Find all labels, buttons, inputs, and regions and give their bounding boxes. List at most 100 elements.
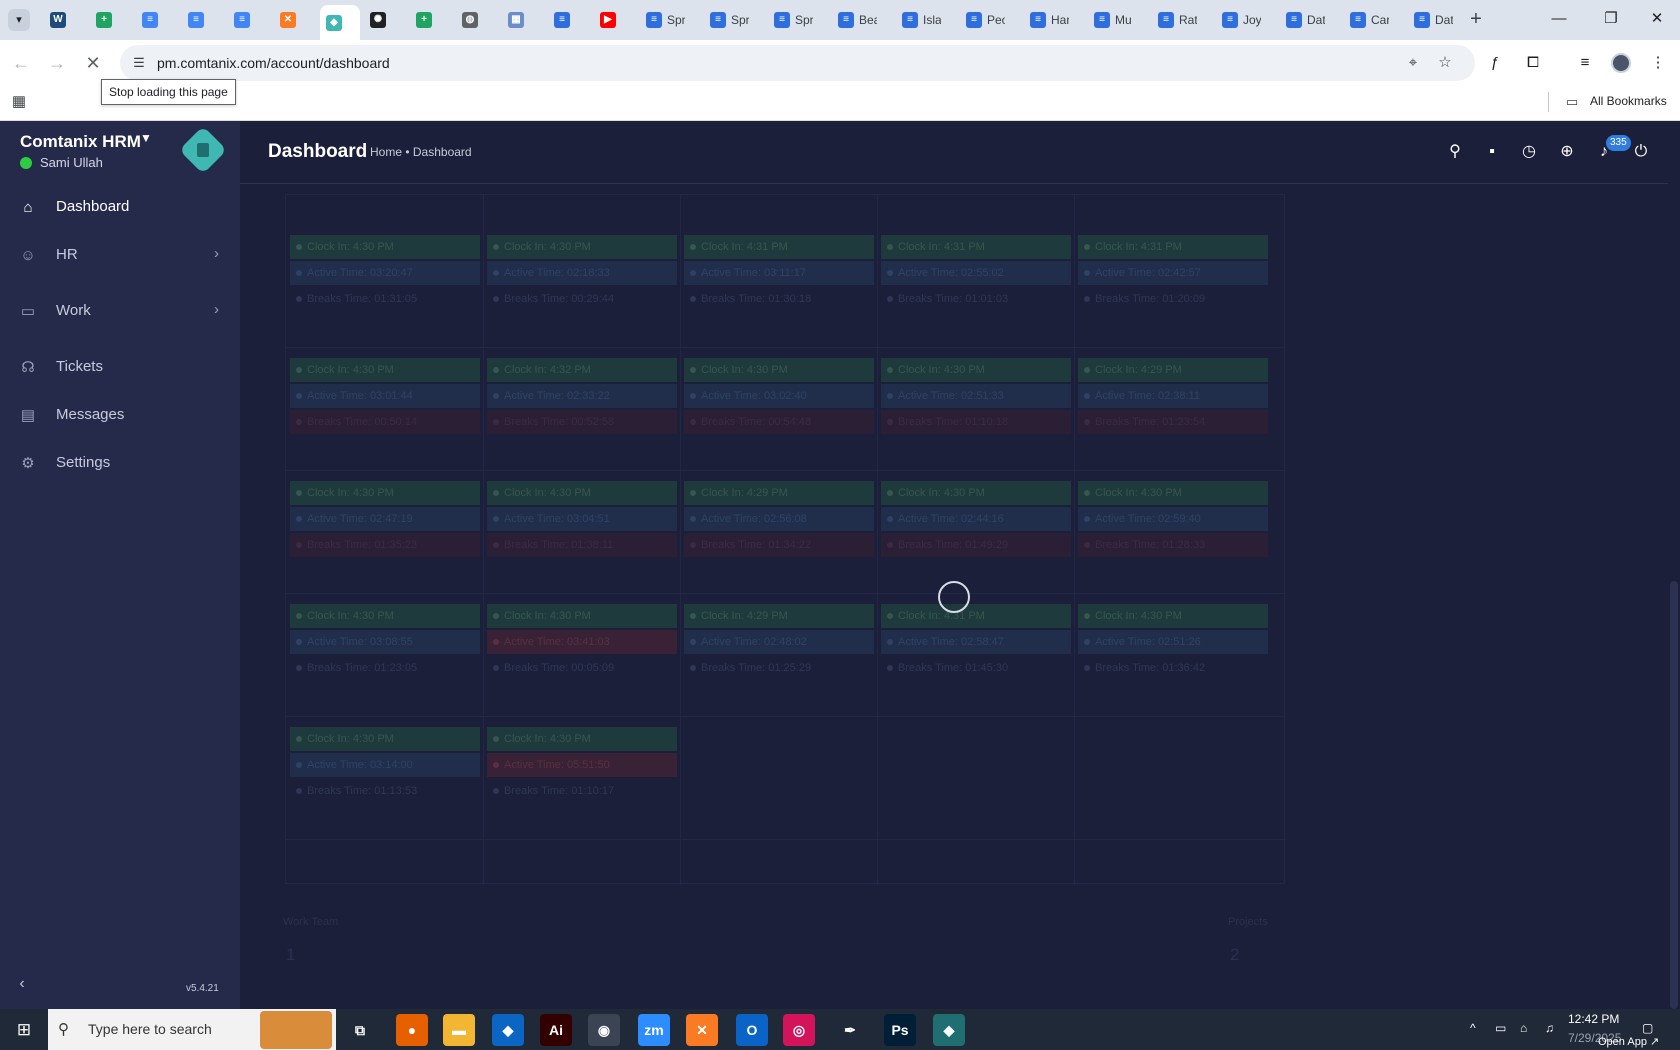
browser-tab[interactable]: ≡ Mu: [1088, 8, 1148, 32]
breaks-time-entry[interactable]: Breaks Time: 01:01:03: [881, 287, 1071, 311]
active-time-entry[interactable]: Active Time: 02:56:08: [684, 507, 874, 531]
browser-tab[interactable]: ≡ Rat: [1152, 8, 1212, 32]
calendar-day-cell[interactable]: Clock In: 4:30 PM Active Time: 03:02:40 Br…: [684, 358, 874, 436]
calendar-day-cell[interactable]: Clock In: 4:30 PM Active Time: 02:18:33 Br…: [487, 235, 677, 313]
breaks-time-entry[interactable]: Breaks Time: 00:50:14: [290, 410, 480, 434]
vscode-icon[interactable]: ◆: [492, 1014, 524, 1046]
browser-tab[interactable]: ▦: [502, 8, 544, 32]
browser-tab[interactable]: ◆: [320, 5, 360, 40]
clock-in-entry[interactable]: Clock In: 4:29 PM: [1078, 358, 1268, 382]
browser-tab[interactable]: ≡ Car: [1344, 8, 1404, 32]
active-time-entry[interactable]: Active Time: 02:38:11: [1078, 384, 1268, 408]
brand-name[interactable]: Comtanix HRM: [20, 132, 141, 152]
calendar-day-cell[interactable]: Clock In: 4:30 PM Active Time: 03:01:44 Br…: [290, 358, 480, 436]
calendar-day-cell[interactable]: Clock In: 4:30 PM Active Time: 03:20:47 Br…: [290, 235, 480, 313]
address-bar[interactable]: ☰ pm.comtanix.com/account/dashboard ⌖ ☆: [120, 45, 1475, 81]
browser-tab[interactable]: ◍: [456, 8, 498, 32]
tray-volume-icon[interactable]: ♫: [1545, 1021, 1554, 1035]
breaks-time-entry[interactable]: Breaks Time: 00:05:09: [487, 656, 677, 680]
profile-avatar[interactable]: [1611, 53, 1631, 73]
folder-icon[interactable]: ▭: [1566, 93, 1584, 111]
calendar-day-cell[interactable]: Clock In: 4:30 PM Active Time: 03:04:51 Br…: [487, 481, 677, 559]
browser-tab[interactable]: ≡ Spr: [640, 8, 700, 32]
all-bookmarks-link[interactable]: All Bookmarks: [1590, 94, 1667, 108]
notification-center-icon[interactable]: ▢: [1642, 1021, 1653, 1035]
clock-in-entry[interactable]: Clock In: 4:30 PM: [487, 235, 677, 259]
clock-in-entry[interactable]: Clock In: 4:30 PM: [290, 727, 480, 751]
clock-in-entry[interactable]: Clock In: 4:30 PM: [290, 358, 480, 382]
active-time-entry[interactable]: Active Time: 02:51:33: [881, 384, 1071, 408]
clock-in-entry[interactable]: Clock In: 4:30 PM: [290, 604, 480, 628]
new-tab-button[interactable]: +: [1465, 8, 1487, 30]
active-time-entry[interactable]: Active Time: 02:33:22: [487, 384, 677, 408]
file-explorer-icon[interactable]: ▬: [443, 1014, 475, 1046]
sidebar-item-hr[interactable]: ☺ HR ›: [0, 235, 240, 275]
breaks-time-entry[interactable]: Breaks Time: 01:20:09: [1078, 287, 1268, 311]
clock-in-entry[interactable]: Clock In: 4:30 PM: [290, 235, 480, 259]
clock-in-entry[interactable]: Clock In: 4:30 PM: [881, 481, 1071, 505]
power-icon[interactable]: ⏻: [1630, 141, 1652, 163]
breaks-time-entry[interactable]: Breaks Time: 01:49:29: [881, 533, 1071, 557]
browser-tab[interactable]: ≡: [228, 8, 270, 32]
browser-tab[interactable]: +: [90, 8, 132, 32]
breaks-time-entry[interactable]: Breaks Time: 01:23:54: [1078, 410, 1268, 434]
breaks-time-entry[interactable]: Breaks Time: 00:54:48: [684, 410, 874, 434]
breaks-time-entry[interactable]: Breaks Time: 01:28:33: [1078, 533, 1268, 557]
clock-in-entry[interactable]: Clock In: 4:31 PM: [684, 235, 874, 259]
calendar-day-cell[interactable]: Clock In: 4:32 PM Active Time: 02:33:22 Br…: [487, 358, 677, 436]
browser-tab[interactable]: +: [410, 8, 452, 32]
calendar-day-cell[interactable]: Clock In: 4:30 PM Active Time: 02:47:19 Br…: [290, 481, 480, 559]
breaks-time-entry[interactable]: Breaks Time: 01:25:29: [684, 656, 874, 680]
active-time-entry[interactable]: Active Time: 03:14:00: [290, 753, 480, 777]
sidebar-item-messages[interactable]: ▤ Messages: [0, 395, 240, 435]
browser-tab[interactable]: W: [44, 8, 86, 32]
taskbar-search-box[interactable]: ⚲ Type here to search: [48, 1009, 336, 1050]
browser-tab[interactable]: ≡ Dat: [1408, 8, 1468, 32]
close-window-icon[interactable]: ✕: [1644, 8, 1670, 30]
firefox-icon[interactable]: ●: [396, 1014, 428, 1046]
breaks-time-entry[interactable]: Breaks Time: 01:34:22: [684, 533, 874, 557]
clock-in-entry[interactable]: Clock In: 4:31 PM: [881, 604, 1071, 628]
calendar-day-cell[interactable]: Clock In: 4:30 PM Active Time: 02:44:16 Br…: [881, 481, 1071, 559]
clock-icon[interactable]: ◷: [1518, 141, 1540, 163]
calendar-day-cell[interactable]: Clock In: 4:30 PM Active Time: 02:51:33 Br…: [881, 358, 1071, 436]
breaks-time-entry[interactable]: Breaks Time: 01:36:42: [1078, 656, 1268, 680]
clock-in-entry[interactable]: Clock In: 4:30 PM: [487, 481, 677, 505]
browser-tab[interactable]: ≡ Dat: [1280, 8, 1340, 32]
tray-chevron-up-icon[interactable]: ^: [1470, 1021, 1476, 1035]
collapse-sidebar-icon[interactable]: ‹: [12, 974, 32, 994]
calendar-day-cell[interactable]: Clock In: 4:31 PM Active Time: 03:11:17 Br…: [684, 235, 874, 313]
browser-tab[interactable]: ≡ Bea: [832, 8, 892, 32]
active-time-entry[interactable]: Active Time: 02:18:33: [487, 261, 677, 285]
breaks-time-entry[interactable]: Breaks Time: 01:23:05: [290, 656, 480, 680]
browser-tab[interactable]: ≡ Joy: [1216, 8, 1276, 32]
breaks-time-entry[interactable]: Breaks Time: 01:30:18: [684, 287, 874, 311]
browser-tab[interactable]: ≡: [548, 8, 590, 32]
forward-arrow-icon[interactable]: →: [44, 50, 70, 76]
calendar-day-cell[interactable]: Clock In: 4:29 PM Active Time: 02:48:02 Br…: [684, 604, 874, 682]
active-time-entry[interactable]: Active Time: 03:08:55: [290, 630, 480, 654]
calendar-day-cell[interactable]: Clock In: 4:30 PM Active Time: 03:14:00 Br…: [290, 727, 480, 805]
sidebar-item-tickets[interactable]: ☊ Tickets: [0, 347, 240, 387]
breaks-time-entry[interactable]: Breaks Time: 01:10:18: [881, 410, 1071, 434]
breaks-time-entry[interactable]: Breaks Time: 01:13:53: [290, 779, 480, 803]
clock-in-entry[interactable]: Clock In: 4:30 PM: [290, 481, 480, 505]
photoshop-icon[interactable]: Ps: [884, 1014, 916, 1046]
xampp-icon[interactable]: ✕: [686, 1014, 718, 1046]
clock-in-entry[interactable]: Clock In: 4:32 PM: [487, 358, 677, 382]
active-time-entry[interactable]: Active Time: 02:44:16: [881, 507, 1071, 531]
task-view-icon[interactable]: ⧉: [344, 1014, 376, 1046]
illustrator-icon[interactable]: Ai: [540, 1014, 572, 1046]
tray-network-icon[interactable]: ⌂: [1520, 1021, 1527, 1035]
apps-grid-icon[interactable]: ▦: [10, 93, 28, 111]
calendar-day-cell[interactable]: Clock In: 4:29 PM Active Time: 02:56:08 Br…: [684, 481, 874, 559]
extensions-puzzle-icon[interactable]: ⧠: [1522, 52, 1544, 74]
sidebar-item-dashboard[interactable]: ⌂ Dashboard: [0, 187, 240, 227]
tab-search-chevron-icon[interactable]: ▾: [8, 9, 30, 31]
breaks-time-entry[interactable]: Breaks Time: 00:29:44: [487, 287, 677, 311]
calendar-day-cell[interactable]: Clock In: 4:30 PM Active Time: 02:51:26 Br…: [1078, 604, 1268, 682]
browser-tab[interactable]: ≡: [136, 8, 178, 32]
active-time-entry[interactable]: Active Time: 02:42:57: [1078, 261, 1268, 285]
search-icon[interactable]: ⚲: [1444, 141, 1466, 163]
sidebar-item-settings[interactable]: ⚙ Settings: [0, 443, 240, 483]
